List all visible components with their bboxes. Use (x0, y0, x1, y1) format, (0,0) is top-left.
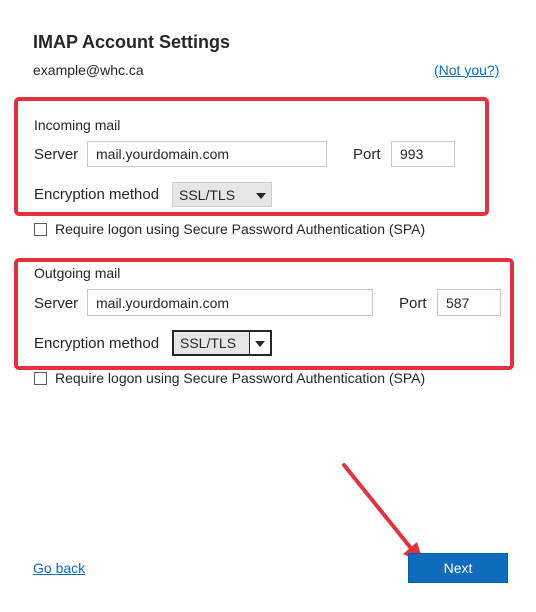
next-button[interactable]: Next (408, 553, 508, 583)
arrow-annotation-icon (342, 463, 424, 564)
go-back-link[interactable]: Go back (33, 560, 85, 576)
